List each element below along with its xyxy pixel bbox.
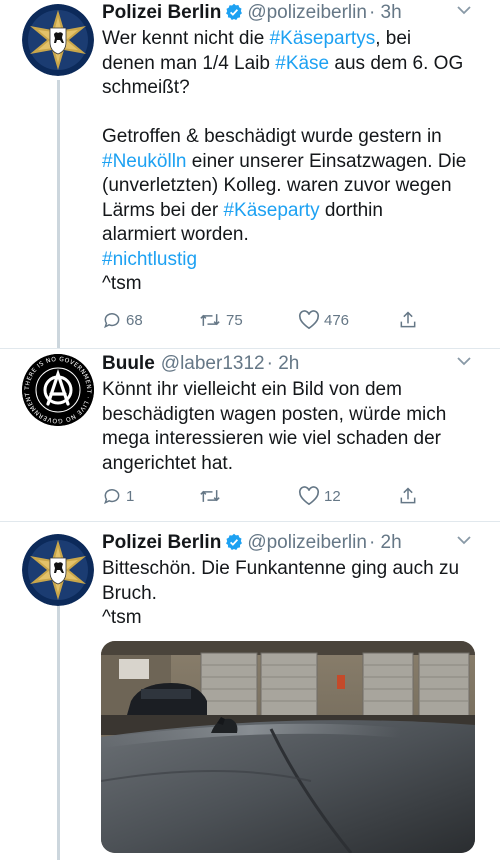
text-line: Könnt ihr vielleicht ein Bild von dem [102,378,486,403]
tweet-text: Bitteschön. Die Funkantenne ging auch zu… [102,557,486,631]
text-line: angerichtet hat. [102,452,486,477]
retweet-count: 75 [226,311,243,329]
text-line: ^tsm [102,272,486,297]
avatar-polizei-berlin[interactable] [22,534,94,606]
timestamp[interactable]: · 2h [267,353,300,374]
chevron-down-icon[interactable] [456,534,472,546]
share-icon [400,311,416,328]
text-line: Bitteschön. Die Funkantenne ging auch zu [102,557,486,582]
like-button[interactable]: 476 [298,308,349,332]
hashtag-link[interactable]: #Käseparty [223,200,319,221]
user-handle[interactable]: @polizeiberlin [247,532,367,553]
share-button[interactable] [398,308,418,332]
hashtag-link[interactable]: #Käse [275,53,329,74]
like-icon [298,486,320,506]
text-line: #Neukölln einer unserer Einsatzwagen. Di… [102,150,486,175]
text-segment: (unverletzten) Kolleg. waren zuvor wegen [102,175,452,196]
text-segment: angerichtet hat. [102,452,233,474]
text-line: Lärms bei der #Käseparty dorthin [102,199,486,224]
tweet-text: Könnt ihr vielleicht ein Bild von dem bes… [102,378,486,476]
verified-badge-icon [226,533,243,551]
text-line: Bruch. [102,582,486,607]
share-icon [400,487,416,504]
timestamp[interactable]: · 2h [369,532,402,553]
text-segment: Lärms bei der [102,199,224,221]
tweet[interactable]: THERE IS NO GOVERNMENT · LIVE NO GOVERNM… [0,349,500,521]
text-segment: Könnt ihr vielleicht ein Bild von dem [102,379,402,400]
display-name[interactable]: Polizei Berlin [102,532,221,553]
tweet-header: Buule @laber1312 · 2h [102,351,486,377]
retweet-icon [200,490,220,502]
text-segment: schmeißt? [102,77,190,98]
text-segment: denen man 1/4 Laib [102,52,276,74]
text-line: #nichtlustig [102,248,486,273]
text-line: Wer kennt nicht die #Käsepartys, bei [102,27,486,52]
timestamp[interactable]: · 3h [369,2,402,23]
hashtag-link[interactable]: #Neukölln [102,151,187,172]
tweet-actions: 68 75 476 [102,308,422,332]
tweet[interactable]: Polizei Berlin @polizeiberlin · 3h Wer ken… [0,0,500,345]
text-segment: Wer kennt nicht die [102,28,270,49]
user-handle[interactable]: @laber1312 [161,353,265,374]
verified-badge-icon [226,3,243,21]
like-button[interactable]: 12 [298,484,341,508]
text-line: mega interessieren wie viel schaden der [102,427,486,452]
reply-button[interactable]: 68 [102,308,143,332]
reply-count: 68 [126,311,143,329]
text-segment: einer unserer Einsatzwagen. Die [186,150,467,172]
retweet-button[interactable]: 75 [198,308,243,332]
text-segment: alarmiert worden. [102,224,249,245]
tweet-actions: 1 12 [102,484,422,508]
tweet-header: Polizei Berlin @polizeiberlin · 3h [102,0,486,26]
like-count: 476 [324,311,350,329]
text-segment: Bruch. [102,582,157,604]
text-line: ^tsm [102,606,486,631]
display-name[interactable]: Buule [102,353,155,374]
police-star-icon [22,4,94,76]
hashtag-link[interactable]: #Käsepartys [270,28,376,49]
reply-count: 1 [126,487,135,505]
text-segment: Getroffen & beschädigt wurde gestern in [102,126,442,147]
text-segment: ^tsm [102,273,142,294]
like-count: 12 [324,487,341,505]
avatar-buule[interactable]: THERE IS NO GOVERNMENT · LIVE NO GOVERNM… [22,354,94,426]
text-line: (unverletzten) Kolleg. waren zuvor wegen [102,174,486,199]
chevron-down-icon[interactable] [456,4,472,16]
hashtag-link[interactable]: #nichtlustig [102,249,197,270]
like-icon [298,310,320,330]
reply-icon [104,313,120,329]
text-segment: ^tsm [102,607,142,628]
text-segment: Bitteschön. Die Funkantenne ging auch zu [102,558,460,579]
text-line: schmeißt? [102,76,486,101]
share-button[interactable] [398,484,418,508]
tweet-header: Polizei Berlin @polizeiberlin · 2h [102,530,486,556]
text-line: Getroffen & beschädigt wurde gestern in [102,125,486,150]
car-roof-photo [101,641,475,853]
text-line: denen man 1/4 Laib #Käse aus dem 6. OG [102,52,486,77]
text-segment: , bei [375,28,412,49]
display-name[interactable]: Polizei Berlin [102,2,221,23]
attached-photo[interactable] [101,641,475,853]
text-line: beschädigten wagen posten, würde mich [102,403,486,428]
reply-icon [104,489,120,505]
retweet-button[interactable] [198,484,226,508]
text-segment: beschädigten wagen posten, würde mich [102,403,447,425]
text-segment: aus dem 6. OG [329,52,464,74]
tweet-text: Wer kennt nicht die #Käsepartys, bei dene… [102,27,486,297]
user-handle[interactable]: @polizeiberlin [247,2,367,23]
chevron-down-icon[interactable] [456,355,472,367]
text-segment: dorthin [319,199,383,221]
reply-button[interactable]: 1 [102,484,134,508]
retweet-icon [200,314,220,326]
avatar-polizei-berlin[interactable] [22,4,94,76]
text-line: alarmiert worden. [102,223,486,248]
anarchy-icon: THERE IS NO GOVERNMENT · LIVE NO GOVERNM… [22,354,94,426]
police-star-icon [22,534,94,606]
text-segment: mega interessieren wie viel schaden der [102,428,442,449]
